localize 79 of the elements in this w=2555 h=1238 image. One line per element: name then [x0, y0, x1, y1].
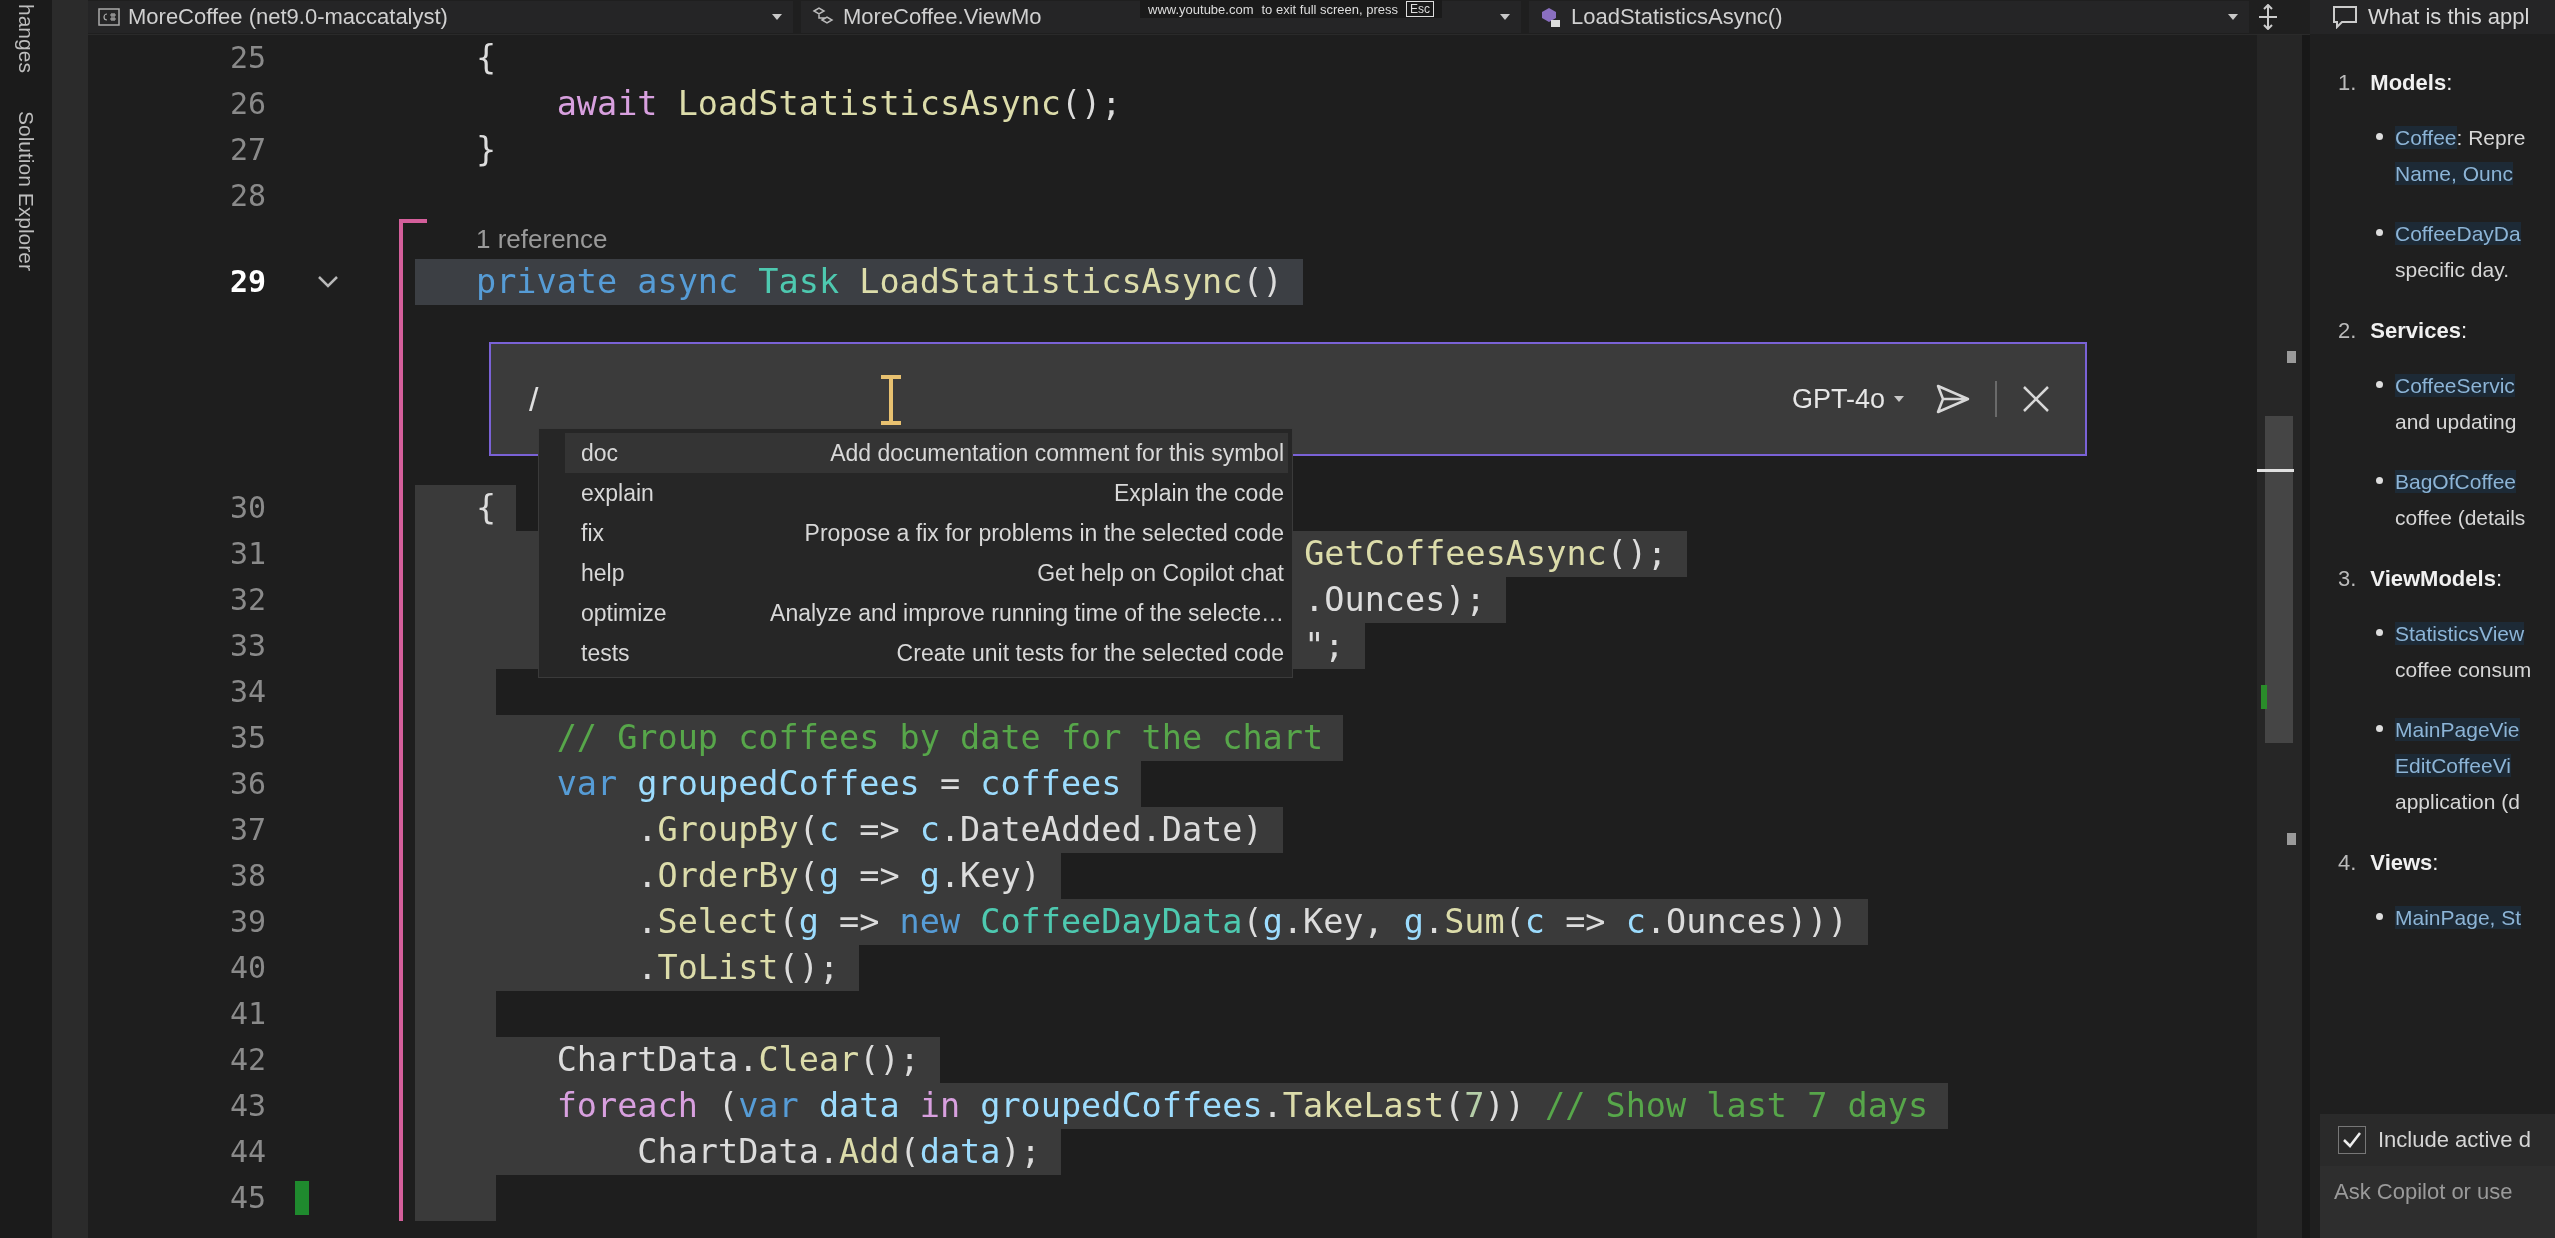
code-line: { [475, 37, 497, 79]
checkmark-icon [2342, 1131, 2362, 1149]
line-number: 34 [229, 674, 266, 709]
code-link[interactable]: EditCoffeeVi [2395, 754, 2511, 777]
line-number: 35 [229, 720, 266, 755]
chevron-down-icon[interactable] [317, 275, 339, 289]
ask-input-field[interactable]: Ask Copilot or use [2320, 1166, 2555, 1238]
line-number: 43 [229, 1088, 266, 1123]
list-number: 1. [2338, 70, 2357, 96]
code-link[interactable]: MainPageVie [2395, 718, 2520, 741]
line-number: 32 [229, 582, 266, 617]
bullet-icon [2376, 725, 2383, 732]
include-checkbox[interactable] [2338, 1126, 2366, 1154]
list-number: 2. [2338, 318, 2357, 344]
split-icon[interactable] [2257, 4, 2279, 30]
code-link[interactable]: MainPage, St [2395, 906, 2522, 929]
command-item[interactable]: doc Add documentation comment for this symbol [565, 433, 1288, 473]
bullet-icon [2376, 381, 2383, 388]
bullet-text: Coffee: Repre Name, Ounc [2395, 125, 2526, 187]
bullet-text: MainPageVie EditCoffeeVi application (d [2395, 717, 2520, 815]
line-number: 39 [229, 904, 266, 939]
csharp-project-icon [98, 8, 120, 26]
caret-down-icon [771, 13, 783, 21]
method-lock-icon [1539, 5, 1563, 29]
line-number: 44 [229, 1134, 266, 1169]
code-link[interactable]: CoffeeDayDa [2395, 222, 2521, 245]
code-line: } [475, 129, 497, 171]
line-number: 37 [229, 812, 266, 847]
section-heading: Models: [2370, 70, 2453, 96]
chat-bubble-icon [2332, 5, 2358, 29]
scrollbar[interactable] [2257, 35, 2310, 1238]
line-number: 25 [229, 40, 266, 75]
list-number: 4. [2338, 850, 2357, 876]
line-number: 40 [229, 950, 266, 985]
line-number: 30 [229, 490, 266, 525]
side-tab[interactable]: Solution Explorer [14, 106, 38, 275]
section-heading: Views: [2370, 850, 2439, 876]
bullet-text: BagOfCoffee coffee (details [2395, 469, 2526, 531]
code-link[interactable]: StatisticsView [2395, 622, 2525, 645]
line-number: 27 [229, 132, 266, 167]
saved-change-marker [295, 1181, 309, 1215]
reference-count[interactable]: 1 reference [476, 223, 608, 255]
section-heading: ViewModels: [2370, 566, 2502, 592]
bullet-icon [2376, 133, 2383, 140]
chat-title: What is this appl [2368, 4, 2530, 30]
bullet-icon [2376, 913, 2383, 920]
line-number: 28 [229, 178, 266, 213]
line-number: 33 [229, 628, 266, 663]
caret-down-icon [1499, 13, 1511, 21]
model-selector[interactable]: GPT-4o [1785, 379, 1911, 419]
line-number: 36 [229, 766, 266, 801]
line-number: 38 [229, 858, 266, 893]
line-number: 45 [229, 1180, 266, 1215]
project-dropdown[interactable]: MoreCoffee (net9.0-maccatalyst) [88, 1, 793, 33]
code-link[interactable]: Name, Ounc [2395, 162, 2513, 185]
bullet-text: StatisticsView coffee consum [2395, 621, 2532, 683]
bullet-text: CoffeeServic and updating [2395, 373, 2517, 435]
code-line: await LoadStatisticsAsync(); [555, 83, 1122, 125]
bullet-icon [2376, 229, 2383, 236]
line-number: 42 [229, 1042, 266, 1077]
checkbox-label: Include active d [2378, 1127, 2531, 1153]
side-tab[interactable]: hanges [14, 0, 38, 77]
code-link[interactable]: BagOfCoffee [2395, 470, 2517, 493]
line-number: 41 [229, 996, 266, 1031]
bullet-text: CoffeeDayDa specific day. [2395, 221, 2521, 283]
caret-down-icon [2227, 13, 2239, 21]
fullscreen-toast: www.youtube.com to exit full screen, press Esc [1140, 0, 1443, 18]
member-dropdown[interactable]: LoadStatisticsAsync() [1529, 1, 2249, 33]
bullet-icon [2376, 629, 2383, 636]
list-number: 3. [2338, 566, 2357, 592]
line-number: 31 [229, 536, 266, 571]
caret-down-icon [1893, 395, 1905, 403]
line-number: 26 [229, 86, 266, 121]
code-link[interactable]: Coffee [2395, 126, 2457, 149]
bullet-icon [2376, 477, 2383, 484]
command-item[interactable]: explain Explain the code [565, 473, 1288, 513]
line-number: 29 [229, 264, 266, 299]
code-link[interactable]: CoffeeServic [2395, 374, 2515, 397]
section-heading: Services: [2370, 318, 2467, 344]
